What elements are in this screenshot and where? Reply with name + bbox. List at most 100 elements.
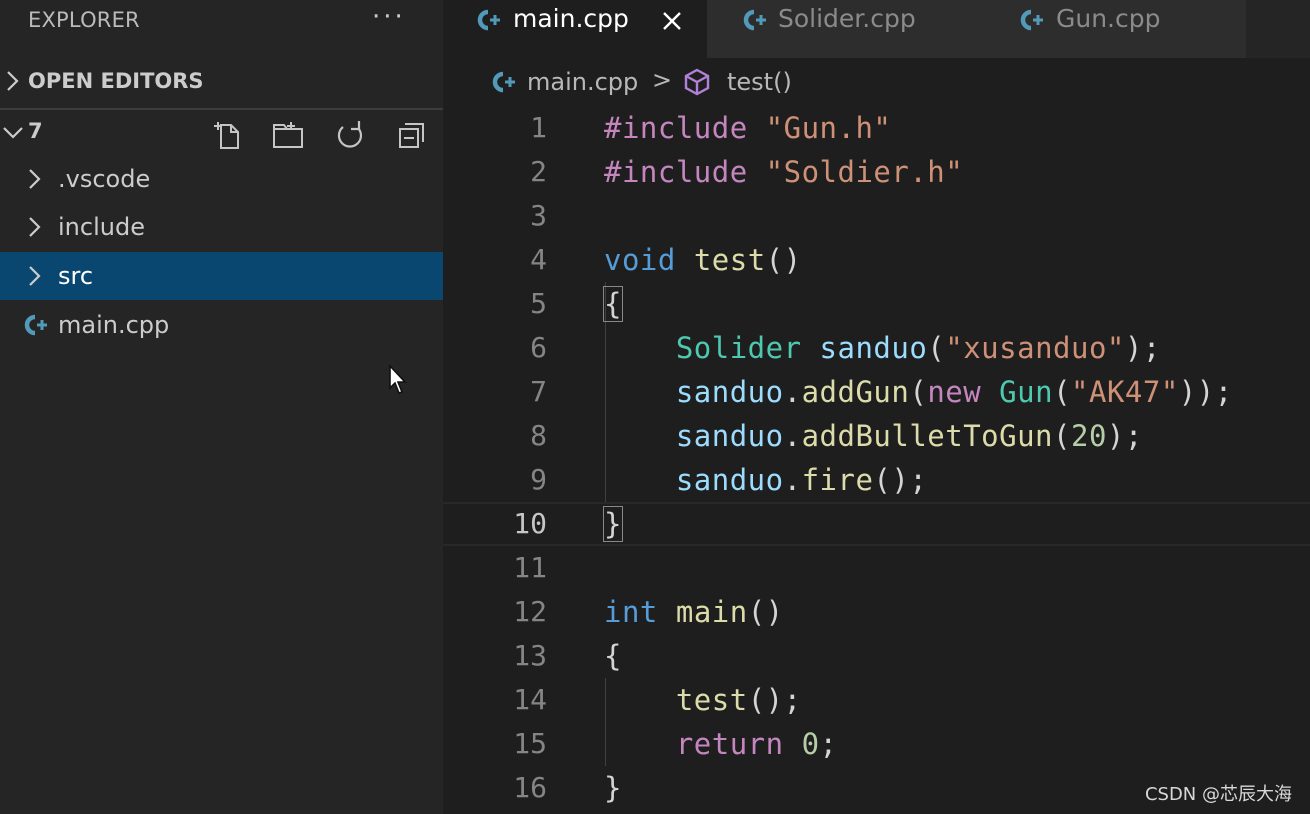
code-line[interactable]: 8 sanduo.addBulletToGun(20); bbox=[443, 414, 1310, 458]
code-text: return 0; bbox=[604, 722, 838, 766]
code-token: "xusanduo" bbox=[945, 331, 1125, 365]
line-number: 1 bbox=[530, 111, 547, 144]
code-line[interactable]: 9 sanduo.fire(); bbox=[443, 458, 1310, 502]
code-text: void test() bbox=[604, 238, 802, 282]
line-number: 7 bbox=[530, 375, 547, 408]
code-token: { bbox=[604, 639, 622, 673]
tree-file[interactable]: main.cpp bbox=[0, 301, 443, 349]
workspace-folder-section[interactable]: 7 bbox=[0, 108, 443, 154]
code-token: Solider bbox=[675, 331, 802, 365]
line-number: 2 bbox=[530, 155, 547, 188]
mouse-pointer-icon bbox=[389, 364, 407, 394]
line-number: 8 bbox=[530, 419, 547, 452]
breadcrumb-separator: > bbox=[652, 66, 673, 94]
editor-tab[interactable]: main.cpp bbox=[443, 0, 707, 58]
chevron-down-icon bbox=[2, 110, 24, 156]
close-icon[interactable] bbox=[657, 6, 687, 36]
explorer-title: EXPLORER bbox=[28, 8, 140, 32]
code-token: fire bbox=[801, 463, 874, 497]
new-folder-icon[interactable] bbox=[271, 118, 305, 152]
cpp-file-icon bbox=[20, 313, 47, 337]
code-text: #include "Gun.h" bbox=[604, 106, 891, 150]
code-token: Gun bbox=[999, 375, 1054, 409]
open-editors-label: OPEN EDITORS bbox=[28, 69, 204, 93]
code-token: ( bbox=[927, 331, 946, 365]
editor-tab[interactable]: Solider.cpp bbox=[707, 0, 986, 58]
tree-folder[interactable]: src bbox=[0, 252, 443, 300]
chevron-right-icon bbox=[22, 203, 48, 251]
code-text: sanduo.fire(); bbox=[604, 458, 927, 502]
code-token: 20 bbox=[1070, 419, 1107, 453]
line-number: 14 bbox=[513, 683, 547, 716]
code-token: 0 bbox=[801, 727, 820, 761]
code-line[interactable]: 10} bbox=[443, 502, 1310, 546]
tree-folder[interactable]: .vscode bbox=[0, 155, 443, 203]
code-line[interactable]: 2 #include "Soldier.h" bbox=[443, 150, 1310, 194]
code-line[interactable]: 12 int main() bbox=[443, 590, 1310, 634]
code-line[interactable]: 13 { bbox=[443, 634, 1310, 678]
code-editor[interactable]: 1 #include "Gun.h" 2 #include "Soldier.h" 3 4… bbox=[443, 106, 1310, 814]
code-token: #include bbox=[604, 155, 748, 189]
code-text: test(); bbox=[604, 678, 802, 722]
explorer-header: EXPLORER ··· bbox=[0, 0, 443, 40]
code-token: } bbox=[604, 771, 622, 805]
code-line[interactable]: 4 void test() bbox=[443, 238, 1310, 282]
code-token: sanduo bbox=[675, 375, 784, 409]
matched-bracket: { bbox=[603, 286, 623, 322]
code-text: Solider sanduo("xusanduo"); bbox=[604, 326, 1161, 370]
code-text: int main() bbox=[604, 590, 784, 634]
code-text: { bbox=[604, 634, 622, 678]
code-token: addBulletToGun bbox=[801, 419, 1054, 453]
code-line[interactable]: 14 test(); bbox=[443, 678, 1310, 722]
code-token: ( bbox=[909, 375, 928, 409]
code-token: "Soldier.h" bbox=[765, 155, 964, 189]
code-line[interactable]: 5{ bbox=[443, 282, 1310, 326]
more-actions-button[interactable]: ··· bbox=[372, 2, 406, 32]
line-number: 6 bbox=[530, 331, 547, 364]
line-number: 3 bbox=[530, 199, 547, 232]
code-token: ); bbox=[1124, 331, 1161, 365]
matched-bracket: } bbox=[603, 506, 623, 542]
tree-item-label: .vscode bbox=[58, 165, 151, 193]
chevron-right-icon bbox=[22, 155, 48, 203]
code-token: sanduo bbox=[819, 331, 928, 365]
breadcrumb-file[interactable]: main.cpp bbox=[527, 68, 638, 96]
workspace-folder-name: 7 bbox=[28, 119, 43, 143]
line-number: 12 bbox=[513, 595, 547, 628]
code-line[interactable]: 6 Solider sanduo("xusanduo"); bbox=[443, 326, 1310, 370]
code-token: ; bbox=[819, 727, 838, 761]
breadcrumb-symbol[interactable]: test() bbox=[727, 68, 792, 96]
open-editors-section[interactable]: OPEN EDITORS bbox=[0, 58, 443, 104]
explorer-sidebar: EXPLORER ··· OPEN EDITORS 7 .vscode incl… bbox=[0, 0, 443, 814]
code-line[interactable]: 7 sanduo.addGun(new Gun("AK47")); bbox=[443, 370, 1310, 414]
chevron-right-icon bbox=[22, 252, 48, 300]
code-token: "Gun.h" bbox=[765, 111, 892, 145]
code-text: sanduo.addGun(new Gun("AK47")); bbox=[604, 370, 1233, 414]
line-number: 10 bbox=[513, 507, 547, 540]
code-line[interactable]: 1 #include "Gun.h" bbox=[443, 106, 1310, 150]
code-line[interactable]: 15 return 0; bbox=[443, 722, 1310, 766]
refresh-icon[interactable] bbox=[333, 118, 367, 152]
line-number: 9 bbox=[530, 463, 547, 496]
new-file-icon[interactable] bbox=[210, 118, 244, 152]
code-line[interactable]: 3 bbox=[443, 194, 1310, 238]
tree-folder[interactable]: include bbox=[0, 203, 443, 251]
collapse-all-icon[interactable] bbox=[395, 118, 429, 152]
editor-tab[interactable]: Gun.cpp bbox=[986, 0, 1246, 58]
code-text: sanduo.addBulletToGun(20); bbox=[604, 414, 1143, 458]
cpp-file-icon bbox=[739, 8, 767, 32]
editor-tab-bar: main.cpp Solider.cpp Gun.cpp bbox=[443, 0, 1310, 58]
code-token: #include bbox=[604, 111, 748, 145]
line-number: 4 bbox=[530, 243, 547, 276]
tree-item-label: main.cpp bbox=[58, 311, 170, 339]
symbol-method-icon bbox=[684, 68, 710, 96]
line-number: 15 bbox=[513, 727, 547, 760]
line-number: 5 bbox=[530, 287, 547, 320]
code-line[interactable]: 11 bbox=[443, 546, 1310, 590]
